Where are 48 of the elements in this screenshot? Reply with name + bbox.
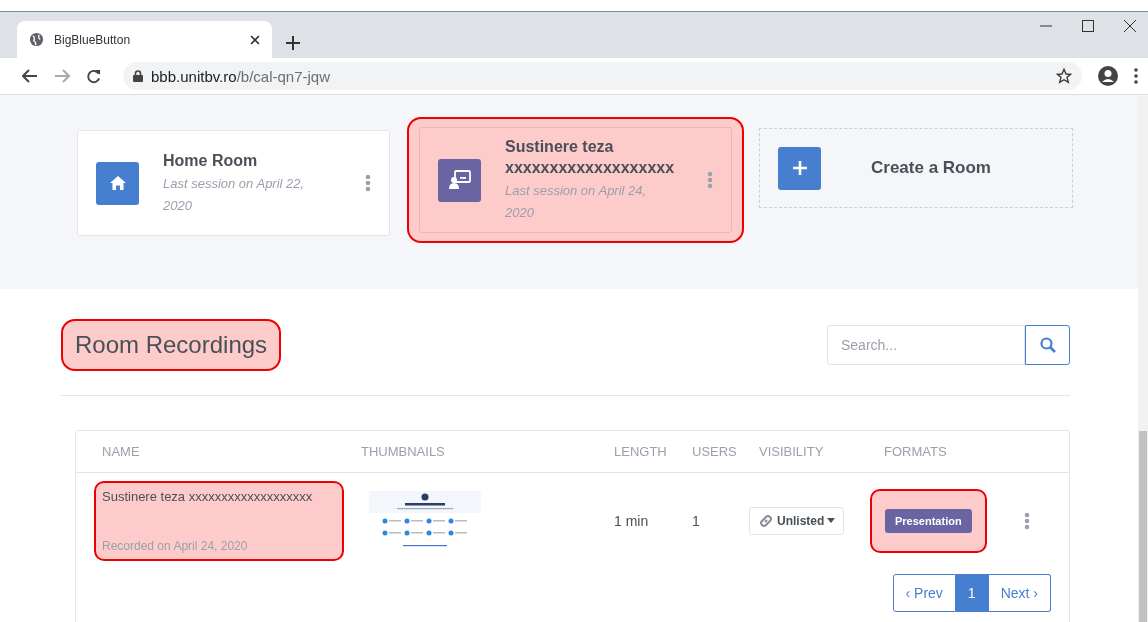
room-name: Sustinere teza xxxxxxxxxxxxxxxxxxx <box>505 137 676 178</box>
column-header: NAME <box>102 444 141 459</box>
search-icon <box>1039 337 1056 353</box>
globe-icon <box>29 32 44 47</box>
maximize-icon[interactable] <box>1082 20 1094 32</box>
column-header: VISIBILITY <box>759 444 825 459</box>
format-button[interactable]: Presentation <box>885 508 972 533</box>
lock-icon <box>133 70 143 82</box>
column-header: FORMATS <box>884 444 948 459</box>
page-button[interactable]: 1 <box>955 574 989 612</box>
back-arrow-icon[interactable] <box>22 69 38 83</box>
room-name: Home Room <box>163 150 259 171</box>
new-tab-icon[interactable] <box>286 36 300 50</box>
close-icon[interactable] <box>250 34 260 45</box>
visibility-dropdown[interactable]: Unlisted <box>749 506 845 535</box>
recorded-date: Recorded on April 24, 2020 <box>102 538 249 553</box>
room-card[interactable]: Sustinere teza xxxxxxxxxxxxxxxxxxx Last session on April 24, 2020 <box>419 127 732 233</box>
presenter-icon <box>448 170 471 190</box>
prev-page-button[interactable]: ‹ Prev <box>892 574 956 612</box>
room-last-session: Last session on April 24, 2020 <box>505 182 648 222</box>
create-room-label: Create a Room <box>871 158 991 178</box>
link-icon <box>758 512 774 529</box>
more-options-icon[interactable] <box>1024 511 1030 530</box>
room-last-session: Last session on April 22, 2020 <box>163 174 306 215</box>
recording-name: Sustinere teza xxxxxxxxxxxxxxxxxxx <box>102 488 314 504</box>
users-cell-text: 1 <box>692 512 701 529</box>
menu-icon[interactable] <box>1134 68 1138 84</box>
star-icon[interactable] <box>1056 68 1072 84</box>
reload-icon[interactable] <box>86 68 101 84</box>
search-button[interactable] <box>1025 325 1070 365</box>
more-options-icon[interactable] <box>365 174 371 192</box>
close-icon[interactable] <box>1124 20 1136 32</box>
caret-icon <box>827 518 836 523</box>
address-bar[interactable]: bbb.unitbv.ro/b/cal-qn7-jqw <box>123 62 1082 90</box>
url-text: bbb.unitbv.ro/b/cal-qn7-jqw <box>151 67 331 85</box>
column-header: USERS <box>692 444 738 459</box>
column-header: THUMBNAILS <box>361 444 446 459</box>
house-icon <box>108 175 127 191</box>
plus-icon <box>792 161 807 175</box>
column-header: LENGTH <box>614 444 668 459</box>
profile-icon[interactable] <box>1098 66 1118 86</box>
browser-tab[interactable]: BigBlueButton <box>17 21 272 58</box>
room-card[interactable]: Home Room Last session on April 22, 2020 <box>77 130 390 236</box>
search-field[interactable]: Search... <box>827 325 1025 365</box>
create-room-card[interactable]: Create a Room <box>759 128 1073 208</box>
next-page-button[interactable]: Next › <box>988 574 1051 612</box>
length-cell-text: 1 min <box>614 512 650 529</box>
section-title: Room Recordings <box>61 319 282 371</box>
